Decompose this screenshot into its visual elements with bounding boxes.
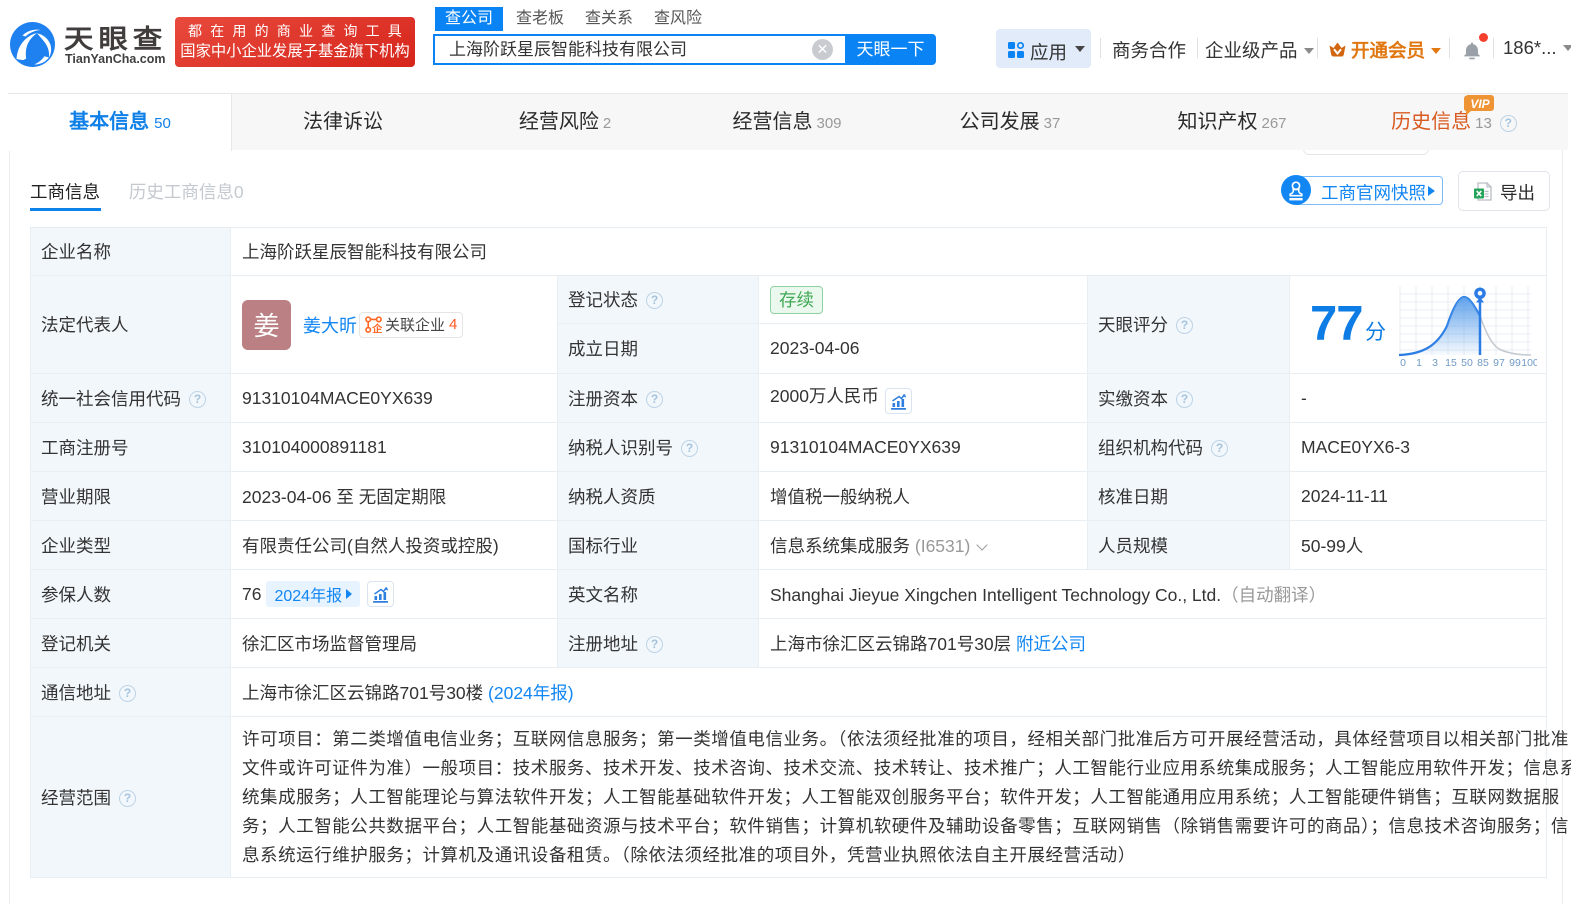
svg-text:97: 97 [1493,357,1505,369]
svg-text:100: 100 [1521,357,1537,369]
svg-text:3: 3 [1432,357,1438,369]
svg-text:15: 15 [1445,357,1457,369]
svg-text:85: 85 [1477,357,1489,369]
svg-text:50: 50 [1461,357,1473,369]
svg-text:1: 1 [1416,357,1422,369]
svg-text:0: 0 [1400,357,1406,369]
svg-text:99: 99 [1509,357,1521,369]
svg-text:VIP: VIP [1470,97,1490,111]
svg-text:企: 企 [371,323,382,333]
